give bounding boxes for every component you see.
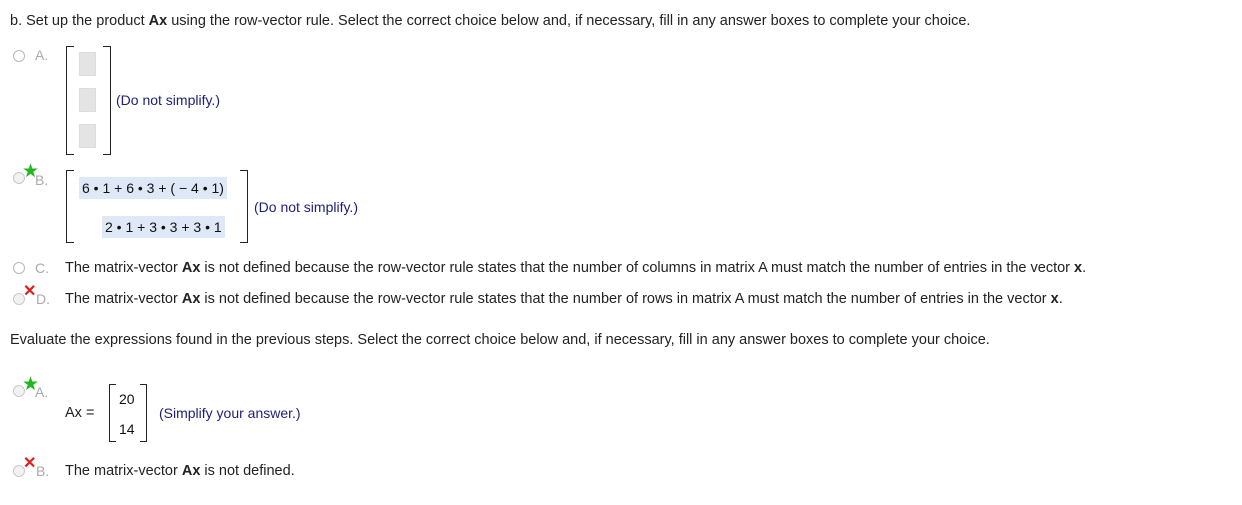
ax-label: Ax [65,405,82,421]
choice2-b-post: is not defined. [200,463,295,479]
answer-value-2[interactable]: 14 [119,421,135,437]
choice2-b-text: The matrix-vector Ax is not defined. [65,463,295,479]
answer-row-2[interactable]: 2 • 1 + 3 • 3 + 3 • 1 [102,216,225,238]
choice2-b-bold: Ax [181,463,201,479]
choice2-a-hint: (Simplify your answer.) [159,405,301,421]
answer-value-1[interactable]: 20 [119,391,135,407]
evaluate-prompt: Evaluate the expressions found in the pr… [10,332,990,348]
answer-box-2[interactable] [79,88,96,112]
prompt-text-post: using the row-vector rule. Select the co… [167,13,971,29]
prompt-text-pre: b. Set up the product [10,13,149,29]
choice-b-hint: (Do not simplify.) [254,199,358,215]
prompt-text-bold: Ax [148,13,168,29]
answer-box-1[interactable] [79,52,96,76]
matrix-left-bracket [66,170,74,243]
choice-d-letter: D. [36,291,50,307]
matrix-left-bracket [66,46,74,155]
choice-d-dot: . [1058,291,1063,307]
choice-c-vector: x [1074,260,1083,276]
matrix-right-bracket [103,46,111,155]
choice-c-radio[interactable] [13,262,25,274]
part-b-prompt: b. Set up the product Ax using the row-v… [10,13,970,29]
choice-d-mid: is not defined because the row-vector ru… [200,291,1051,307]
choice-c-letter: C. [35,260,49,276]
matrix-right-bracket [240,170,248,243]
choice2-b-letter: B. [36,463,50,479]
choice-c-bold: Ax [181,260,201,276]
choice-d-vector: x [1050,291,1059,307]
choice2-a-lhs: Ax = [65,405,94,421]
incorrect-x-icon: ✕ [23,283,37,300]
choice-b-letter: B. [35,172,49,188]
choice-c-dot: . [1082,260,1087,276]
answer-box-3[interactable] [79,124,96,148]
answer-row-1[interactable]: 6 • 1 + 6 • 3 + ( − 4 • 1) [79,177,227,199]
choice-c-mid: is not defined because the row-vector ru… [200,260,1075,276]
choice-d-pre: The matrix-vector [65,291,182,307]
choice2-b-pre: The matrix-vector [65,463,182,479]
vector-right-bracket [140,384,147,442]
choice-a-hint: (Do not simplify.) [116,92,220,108]
vector-left-bracket [109,384,116,442]
choice-d-bold: Ax [181,291,201,307]
choice2-a-letter: A. [35,384,49,400]
choice-a-letter: A. [35,47,49,63]
equals-sign: = [81,405,95,421]
choice-d-text: The matrix-vector Ax is not defined beca… [65,291,1063,307]
incorrect-x-icon: ✕ [23,455,37,472]
choice-c-pre: The matrix-vector [65,260,182,276]
choice-c-text: The matrix-vector Ax is not defined beca… [65,260,1086,276]
choice-a-radio[interactable] [13,50,25,62]
